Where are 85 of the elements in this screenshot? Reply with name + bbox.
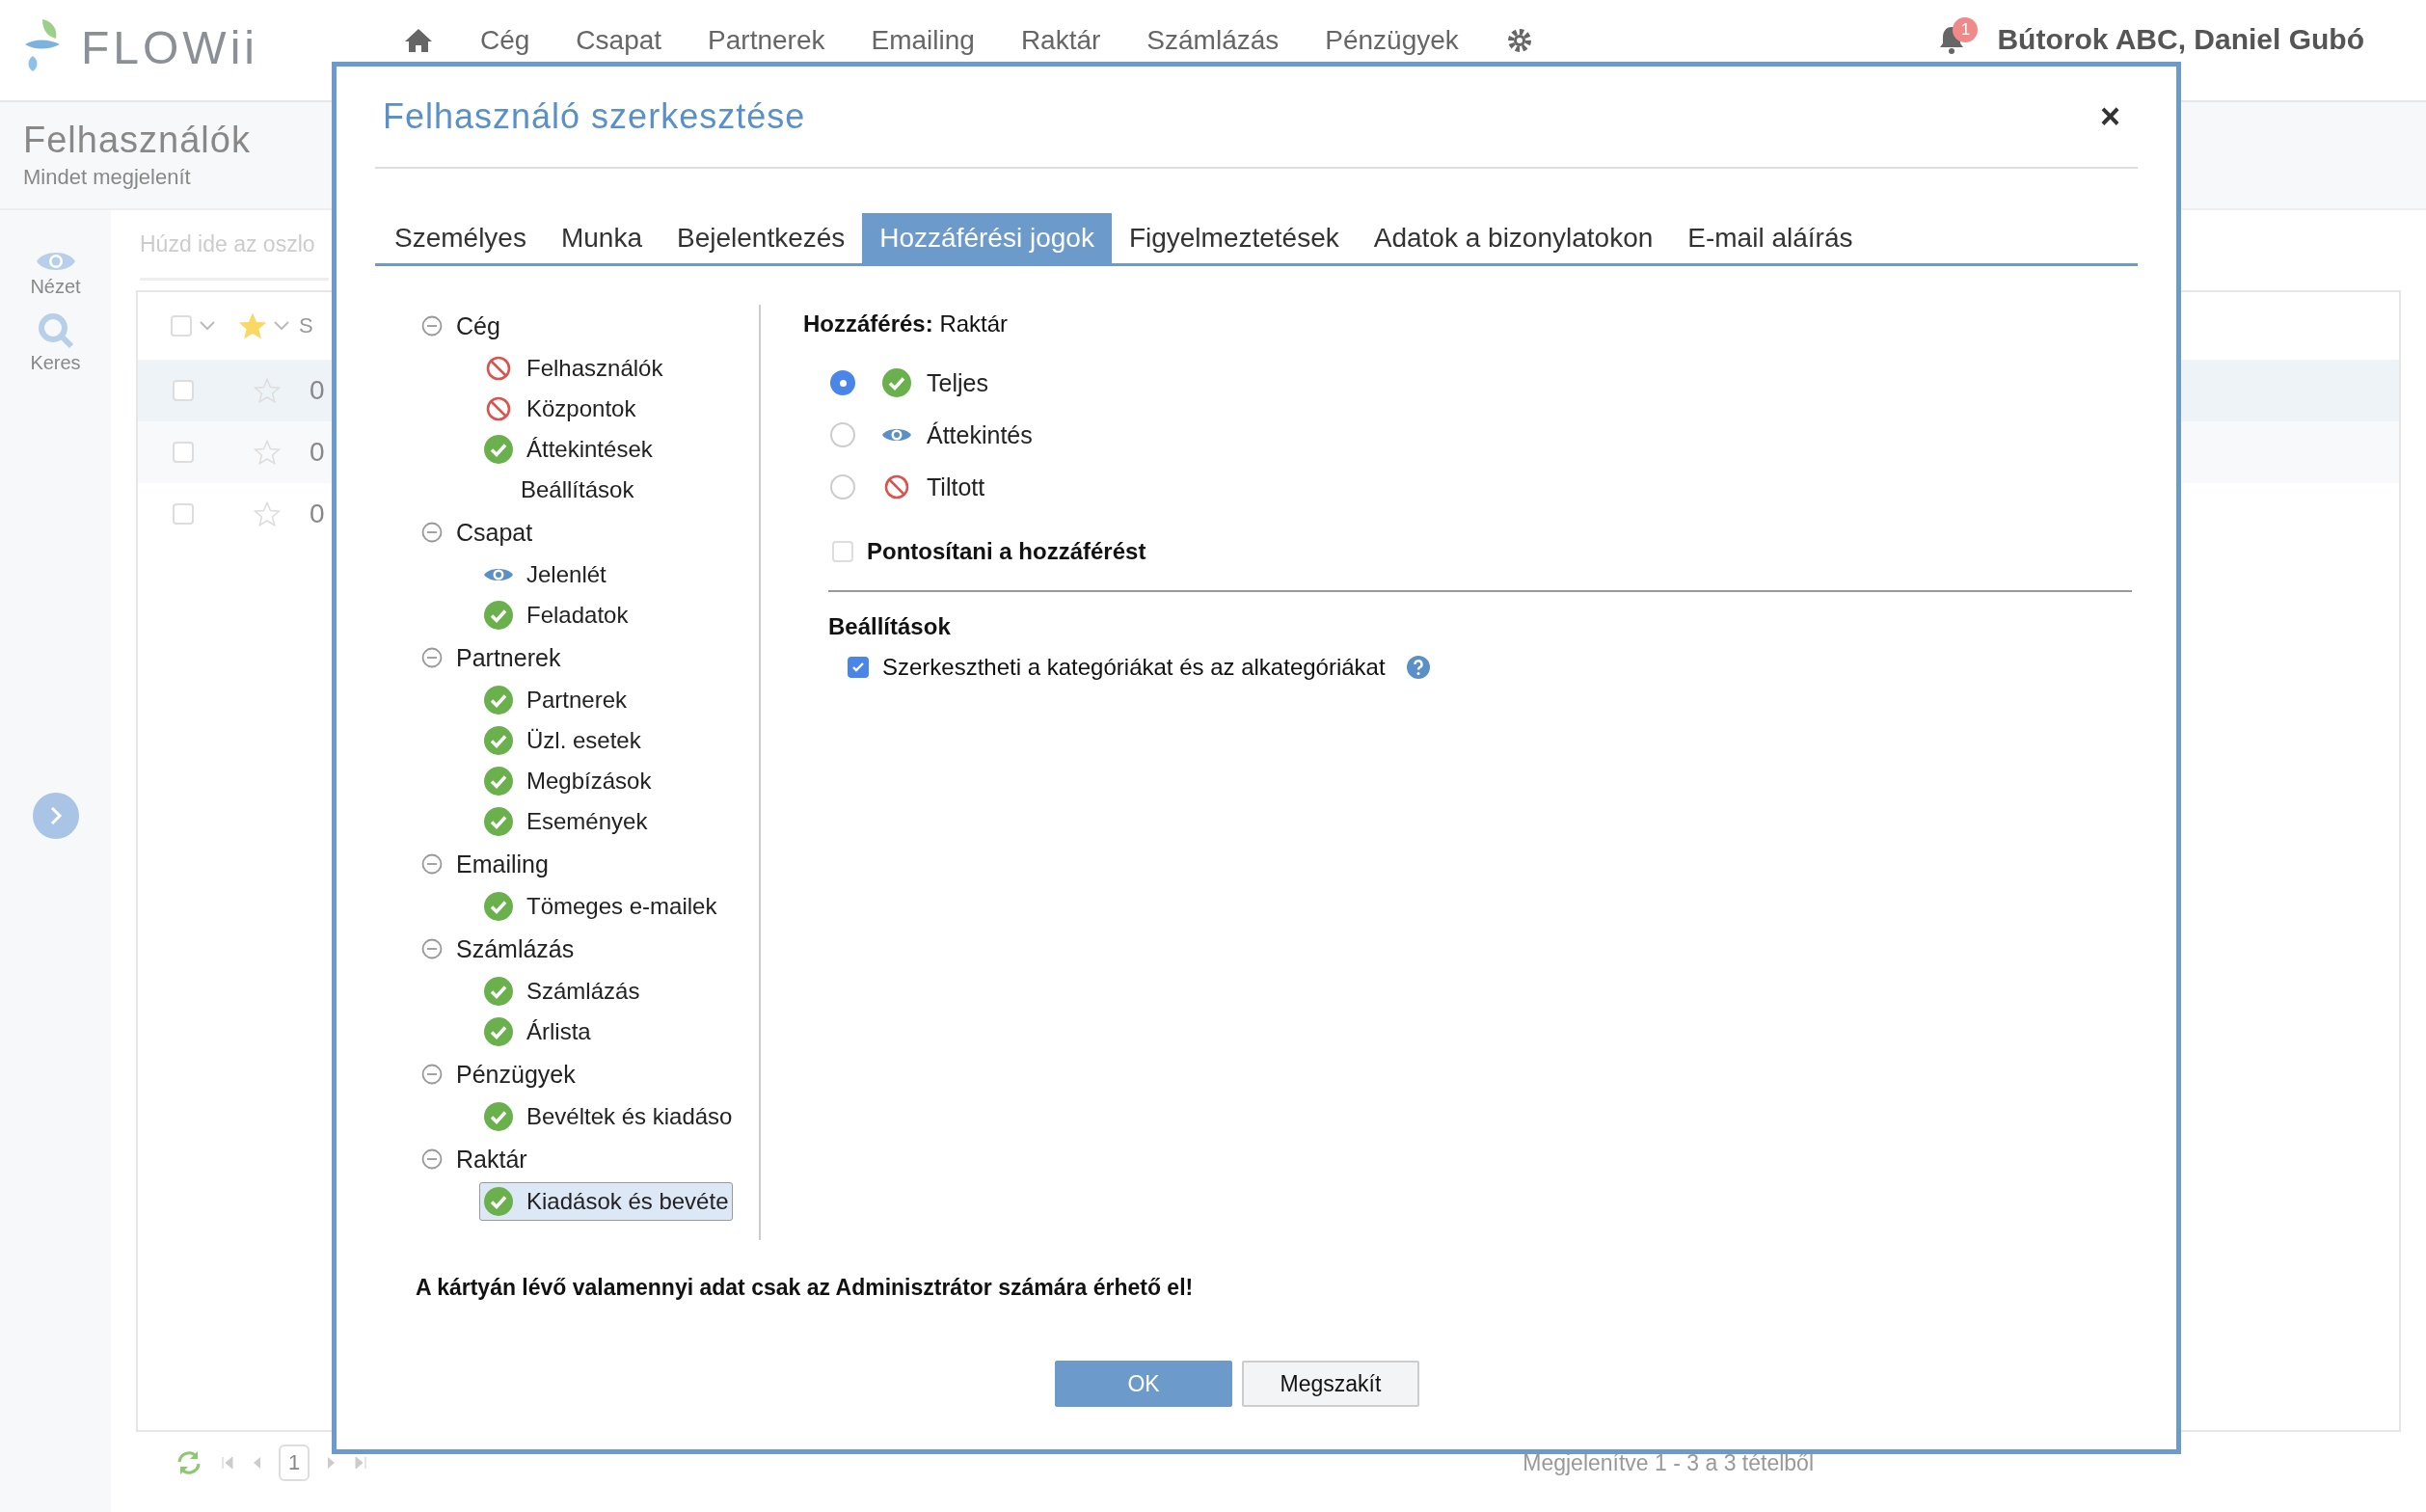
tree-item[interactable]: Árlista xyxy=(479,1012,596,1051)
collapse-icon[interactable] xyxy=(421,647,443,668)
star-icon[interactable] xyxy=(254,500,281,527)
nav-link[interactable]: Cég xyxy=(480,25,530,56)
help-icon[interactable] xyxy=(1406,656,1430,679)
table-cell: 0 xyxy=(310,375,325,406)
radio-button[interactable] xyxy=(830,474,855,500)
option-label: Tiltott xyxy=(927,472,985,501)
radio-button[interactable] xyxy=(830,422,855,447)
tree-group-label[interactable]: Csapat xyxy=(456,518,533,547)
tab[interactable]: Munka xyxy=(543,213,660,263)
row-checkbox[interactable] xyxy=(173,442,194,463)
home-icon[interactable] xyxy=(403,27,434,54)
last-page-icon[interactable] xyxy=(354,1456,368,1470)
tree-item[interactable]: Bevéltek és kiadáso xyxy=(479,1097,738,1136)
tree-item[interactable]: Megbízások xyxy=(479,762,657,800)
collapse-icon[interactable] xyxy=(421,522,443,543)
tree-group-label[interactable]: Számlázás xyxy=(456,934,575,963)
dialog-title: Felhasználó szerkesztése xyxy=(383,96,806,137)
logo-text: FLOWii xyxy=(81,20,258,74)
tree-item[interactable]: Üzl. esetek xyxy=(479,721,646,760)
expand-button[interactable] xyxy=(32,793,79,839)
star-icon[interactable] xyxy=(239,312,266,339)
chevron-down-icon[interactable] xyxy=(273,320,290,332)
select-all-checkbox[interactable] xyxy=(171,315,192,337)
tab[interactable]: E-mail aláírás xyxy=(1670,213,1871,263)
section-title: Beállítások xyxy=(828,613,952,640)
nav-link[interactable]: Számlázás xyxy=(1146,25,1280,56)
first-page-icon[interactable] xyxy=(221,1456,234,1470)
radio-button[interactable] xyxy=(830,370,855,395)
collapse-icon[interactable] xyxy=(421,938,443,959)
close-button[interactable]: × xyxy=(2091,96,2128,137)
tree-item[interactable]: Felhasználók xyxy=(479,349,668,388)
tab[interactable]: Bejelentkezés xyxy=(660,213,863,263)
tree-item[interactable]: Beállítások xyxy=(479,471,639,509)
collapse-icon[interactable] xyxy=(421,1148,443,1170)
nav-link[interactable]: Pénzügyek xyxy=(1325,25,1459,56)
table-cell: 0 xyxy=(310,437,325,468)
chevron-down-icon[interactable] xyxy=(199,320,216,332)
nav-link[interactable]: Partnerek xyxy=(708,25,825,56)
account-name[interactable]: Bútorok ABC, Daniel Gubó xyxy=(1997,23,2364,56)
tree-group-label[interactable]: Partnerek xyxy=(456,643,561,672)
tree-group-label[interactable]: Cég xyxy=(456,311,500,340)
star-icon[interactable] xyxy=(254,377,281,404)
tree-item[interactable]: Események xyxy=(479,802,653,841)
collapse-icon[interactable] xyxy=(421,315,443,337)
collapse-icon[interactable] xyxy=(421,853,443,875)
page-number[interactable]: 1 xyxy=(279,1444,310,1481)
pager-summary: Megjelenítve 1 - 3 a 3 tételből xyxy=(1523,1449,1814,1476)
star-icon[interactable] xyxy=(254,439,281,466)
tree-group-label[interactable]: Pénzügyek xyxy=(456,1060,576,1089)
tree-item[interactable]: Feladatok xyxy=(479,596,633,634)
nav-link[interactable]: Emailing xyxy=(871,25,975,56)
row-checkbox[interactable] xyxy=(173,503,194,525)
page-subtitle: Mindet megjelenít xyxy=(23,165,192,190)
checkmark-icon xyxy=(851,661,865,674)
page-title: Felhasználók xyxy=(23,120,252,161)
tree-item[interactable]: Áttekintések xyxy=(479,430,658,469)
tree-item[interactable]: Számlázás xyxy=(479,972,645,1011)
cancel-button[interactable]: Megszakít xyxy=(1242,1361,1419,1407)
admin-warning: A kártyán lévő valamennyi adat csak az Adminisztrátor számára érhető el! xyxy=(416,1275,1195,1301)
tree-item[interactable]: Központok xyxy=(479,390,641,428)
tree-group-label[interactable]: Raktár xyxy=(456,1145,527,1174)
checkbox[interactable] xyxy=(848,657,869,678)
access-heading: Hozzáférés: Raktár xyxy=(803,310,1010,338)
tree-item[interactable]: Jelenlét xyxy=(479,555,611,594)
tab[interactable]: Figyelmeztetések xyxy=(1111,213,1357,263)
previous-page-icon[interactable] xyxy=(252,1456,261,1470)
table-cell: 0 xyxy=(310,499,325,529)
tab[interactable]: Adatok a bizonylatokon xyxy=(1356,213,1671,263)
tree-item[interactable]: Partnerek xyxy=(479,681,633,719)
tree-group-label[interactable]: Emailing xyxy=(456,850,549,878)
tree-item[interactable]: Tömeges e-mailek xyxy=(479,887,722,926)
option-label: Teljes xyxy=(927,368,988,397)
tab[interactable]: Személyes xyxy=(377,213,544,263)
checkbox-label: Pontosítani a hozzáférést xyxy=(867,538,1146,565)
collapse-icon[interactable] xyxy=(421,1064,443,1085)
search-icon xyxy=(36,311,75,350)
row-checkbox[interactable] xyxy=(173,380,194,401)
checkbox-label: Szerkesztheti a kategóriákat és az alkategóriákat xyxy=(882,654,1386,681)
nav-link[interactable]: Raktár xyxy=(1020,25,1101,56)
option-label: Áttekintés xyxy=(927,420,1033,449)
tree-item[interactable]: Kiadások és bevéte xyxy=(479,1182,734,1221)
nav-link[interactable]: Csapat xyxy=(576,25,662,56)
notification-badge: 1 xyxy=(1953,17,1979,42)
